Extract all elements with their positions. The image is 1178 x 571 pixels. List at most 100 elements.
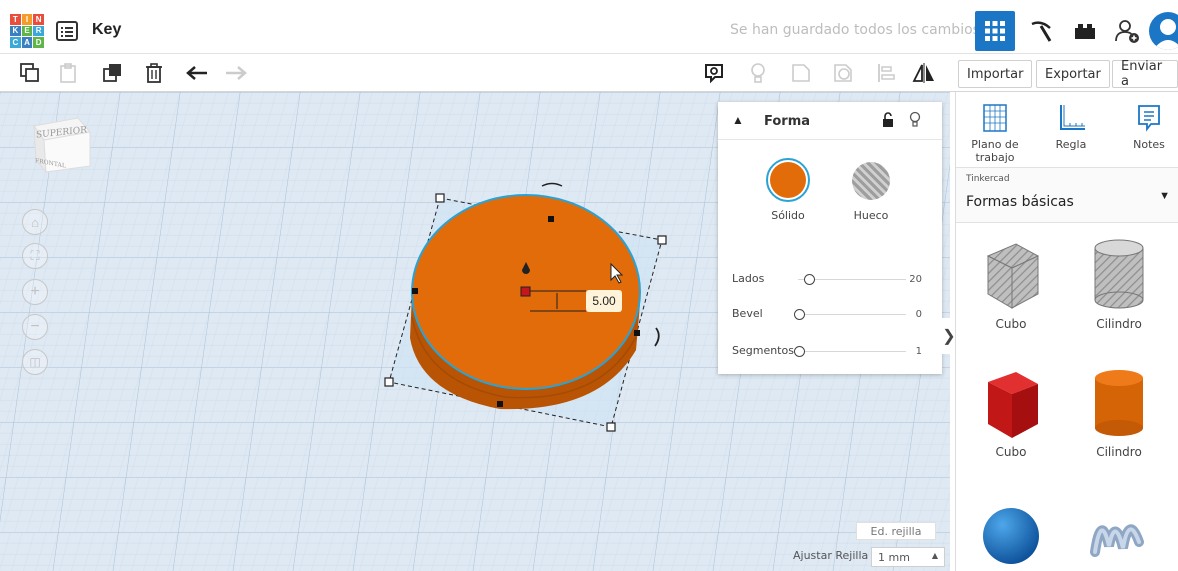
pickaxe-icon: [1031, 21, 1052, 42]
notes-tool-label: Notes: [1133, 138, 1165, 151]
sides-slider-knob[interactable]: [804, 274, 815, 285]
ruler-tool[interactable]: Regla: [1036, 102, 1106, 151]
lightbulb-button[interactable]: [744, 59, 772, 87]
ungroup-icon: [834, 64, 852, 82]
shape-scribble[interactable]: [1069, 502, 1169, 569]
category-name: Formas básicas: [966, 194, 1074, 210]
paste-button[interactable]: [54, 59, 82, 87]
param-value-segmentos[interactable]: 1: [902, 346, 922, 357]
delete-button[interactable]: [140, 59, 168, 87]
segments-slider-knob[interactable]: [794, 346, 805, 357]
speech-bubble-icon: [705, 64, 723, 84]
hole-option[interactable]: [852, 162, 890, 200]
group-icon: [792, 64, 810, 82]
bevel-slider-track[interactable]: [798, 314, 906, 315]
workplane-tool[interactable]: Plano de trabajo: [960, 102, 1030, 164]
pickaxe-button[interactable]: [1021, 11, 1061, 51]
home-view-button[interactable]: ⌂: [22, 209, 48, 235]
notes-toggle-button[interactable]: [700, 59, 728, 87]
solid-label: Sólido: [771, 209, 805, 222]
logo-letter: C: [10, 37, 21, 48]
ortho-view-button[interactable]: ◫: [22, 349, 48, 375]
duplicate-icon: [103, 64, 121, 82]
cube-gray-icon: [986, 243, 1040, 309]
logo-letter: A: [21, 37, 33, 48]
shape-cube-red[interactable]: Cubo: [961, 364, 1061, 459]
undo-button[interactable]: [183, 59, 211, 87]
shape-label: Cilindro: [1096, 445, 1142, 459]
notes-tool[interactable]: Notes: [1114, 102, 1178, 151]
param-value-lados[interactable]: 20: [902, 274, 922, 285]
redo-button[interactable]: [222, 59, 250, 87]
undo-icon: [186, 66, 207, 80]
ungroup-button[interactable]: [829, 59, 857, 87]
bricks-button[interactable]: [1065, 11, 1105, 51]
align-icon: [878, 64, 895, 82]
lightbulb-icon[interactable]: [909, 111, 921, 133]
avatar[interactable]: [1149, 12, 1178, 50]
logo-letter: T: [10, 14, 21, 25]
cylinder-orange-icon: [1095, 370, 1143, 436]
segments-slider-track[interactable]: [798, 351, 906, 352]
solid-option[interactable]: [766, 158, 810, 202]
logo-letter: R: [33, 25, 44, 37]
add-user-button[interactable]: [1107, 11, 1147, 51]
solid-swatch: [770, 162, 806, 198]
shape-cylinder-orange[interactable]: Cilindro: [1069, 364, 1169, 459]
panel-collapse-button[interactable]: ❯: [942, 318, 956, 354]
bevel-slider-knob[interactable]: [794, 309, 805, 320]
shape-sphere-blue[interactable]: [961, 502, 1061, 569]
tinkercad-logo[interactable]: T I N K E R C A D: [10, 14, 44, 48]
ruler-tool-label: Regla: [1055, 138, 1087, 151]
fit-view-button[interactable]: ⛶: [22, 243, 48, 269]
mirror-button[interactable]: [910, 59, 938, 87]
dimension-input[interactable]: 5.00: [586, 290, 622, 312]
align-button[interactable]: [872, 59, 900, 87]
view-cube[interactable]: SUPERIOR FRONTAL: [30, 114, 92, 176]
export-button[interactable]: Exportar: [1036, 60, 1110, 88]
ruler-icon: [1055, 102, 1087, 134]
collapse-caret-icon[interactable]: ▲: [732, 113, 744, 127]
import-button[interactable]: Importar: [958, 60, 1033, 88]
shape-cylinder-gray[interactable]: Cilindro: [1069, 234, 1169, 331]
param-value-bevel[interactable]: 0: [902, 309, 922, 320]
send-to-button[interactable]: Enviar a: [1112, 59, 1178, 89]
param-label-bevel: Bevel: [732, 307, 763, 320]
cube-red-icon: [988, 372, 1038, 438]
caret-down-icon: ▼: [1159, 190, 1170, 202]
notes-icon: [1133, 102, 1165, 134]
zoom-out-button[interactable]: −: [22, 314, 48, 340]
shape-label: Cubo: [995, 317, 1027, 331]
copy-icon: [20, 63, 39, 82]
lock-icon[interactable]: [882, 112, 894, 133]
minus-icon: −: [30, 318, 40, 335]
logo-letter: I: [21, 14, 33, 25]
category-source: Tinkercad: [966, 174, 1010, 184]
snap-grid-label: Ajustar Rejilla: [793, 549, 869, 562]
shape-inspector: ▲ Forma Sólido Hueco Lados 20 Bevel 0 Se…: [718, 102, 942, 374]
list-icon[interactable]: [55, 20, 79, 42]
edit-grid-button[interactable]: Ed. rejilla: [856, 522, 936, 540]
redo-icon: [226, 66, 247, 80]
shape-cube-gray[interactable]: Cubo: [961, 234, 1061, 331]
inspector-title: Forma: [764, 114, 811, 129]
home-icon: ⌂: [31, 214, 39, 230]
shape-category-select[interactable]: Tinkercad Formas básicas ▼: [956, 167, 1178, 223]
workplane-tool-label: Plano de trabajo: [971, 138, 1019, 164]
logo-letter: E: [21, 25, 33, 37]
group-button[interactable]: [787, 59, 815, 87]
fit-view-icon: ⛶: [30, 248, 40, 263]
param-label-lados: Lados: [732, 272, 765, 285]
3d-view-button[interactable]: [975, 11, 1015, 51]
logo-letter: N: [33, 14, 44, 25]
mirror-icon: [912, 63, 934, 83]
copy-button[interactable]: [16, 59, 44, 87]
zoom-in-button[interactable]: +: [22, 279, 48, 305]
tinkercad-editor: T I N K E R C A D Key Se han guardado to…: [0, 0, 1178, 571]
snap-grid-select[interactable]: 1 mm ▲: [871, 547, 945, 567]
logo-letter: D: [33, 37, 44, 48]
document-title[interactable]: Key: [92, 21, 121, 39]
ortho-icon: ◫: [29, 355, 41, 369]
param-label-segmentos: Segmentos: [732, 344, 794, 357]
duplicate-button[interactable]: [99, 59, 127, 87]
